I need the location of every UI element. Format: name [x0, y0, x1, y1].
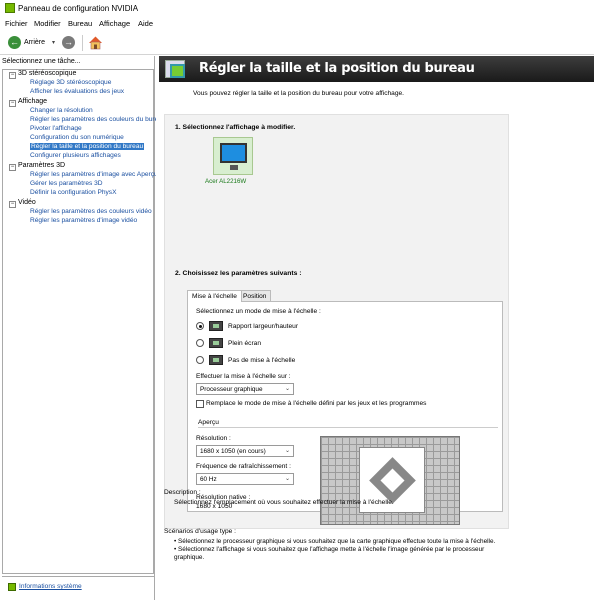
- tab-mise-a-echelle[interactable]: Mise à l'échelle: [187, 290, 242, 302]
- collapse-icon[interactable]: −: [9, 164, 16, 171]
- tree-category-3d-stereo[interactable]: −3D stéréoscopique: [9, 70, 76, 79]
- monitor-icon: [220, 143, 247, 163]
- fullscreen-icon: [209, 338, 223, 348]
- task-tree: −3D stéréoscopique Réglage 3D stéréoscop…: [2, 69, 166, 574]
- toolbar-separator: [82, 35, 83, 51]
- preview-divider: [198, 427, 498, 428]
- refresh-value: 60 Hz: [200, 476, 217, 483]
- no-scaling-icon: [209, 355, 223, 365]
- menu-bureau[interactable]: Bureau: [68, 19, 92, 28]
- step-1-heading: 1. Sélectionnez l'affichage à modifier.: [175, 124, 296, 131]
- collapse-icon[interactable]: −: [9, 72, 16, 79]
- back-arrow-icon[interactable]: ←: [8, 36, 21, 49]
- page-header: Régler la taille et la position du burea…: [159, 56, 594, 82]
- perform-on-select[interactable]: Processeur graphique ⌄: [196, 383, 294, 395]
- display-settings-icon: [165, 60, 185, 78]
- menu-bar: Fichier Modifier Bureau Affichage Aide: [0, 17, 594, 30]
- aspect-ratio-icon: [209, 321, 223, 331]
- refresh-label: Fréquence de rafraîchissement :: [196, 463, 291, 470]
- back-dropdown-icon[interactable]: ▾: [52, 39, 55, 46]
- scenario-item: • Sélectionnez l'affichage si vous souha…: [174, 546, 485, 561]
- perform-on-label: Effectuer la mise à l'échelle sur :: [196, 373, 291, 380]
- mode-plein-ecran-label[interactable]: Plein écran: [228, 340, 261, 347]
- sidebar-item-couleurs-video[interactable]: Régler les paramètres des couleurs vidéo: [30, 208, 152, 215]
- settings-panel: 1. Sélectionnez l'affichage à modifier. …: [164, 114, 509, 529]
- menu-fichier[interactable]: Fichier: [5, 19, 28, 28]
- settings-tabs: Mise à l'échelle Position Sélectionnez u…: [187, 290, 503, 525]
- override-checkbox[interactable]: [196, 400, 204, 408]
- nvidia-app-icon: [5, 3, 15, 13]
- category-label: Paramètres 3D: [18, 162, 66, 169]
- scenarios-heading: Scénarios d'usage type :: [164, 528, 237, 535]
- override-label[interactable]: Remplace le mode de mise à l'échelle déf…: [206, 400, 426, 407]
- tree-category-video[interactable]: − Vidéo: [9, 199, 36, 208]
- chevron-down-icon: ⌄: [284, 476, 290, 482]
- system-info-link[interactable]: Informations système: [19, 583, 82, 590]
- resolution-value: 1680 x 1050 (en cours): [200, 448, 266, 455]
- step-2-heading: 2. Choisissez les paramètres suivants :: [175, 270, 302, 277]
- title-bar: Panneau de configuration NVIDIA: [0, 0, 594, 17]
- sidebar-item-son-numerique[interactable]: Configuration du son numérique: [30, 134, 124, 141]
- main-content: Régler la taille et la position du burea…: [156, 56, 594, 600]
- perform-on-value: Processeur graphique: [200, 386, 263, 393]
- sidebar-item-taille-position[interactable]: Régler la taille et la position du burea…: [30, 143, 145, 150]
- tree-category-parametres-3d[interactable]: − Paramètres 3D: [9, 162, 65, 171]
- resolution-select[interactable]: 1680 x 1050 (en cours) ⌄: [196, 445, 294, 457]
- sidebar-item-image-apercu[interactable]: Régler les paramètres d'image avec Aperç…: [30, 171, 158, 178]
- scenario-item: • Sélectionnez le processeur graphique s…: [174, 538, 496, 545]
- radio-pas-de-mise[interactable]: [196, 356, 204, 364]
- description-text: Sélectionnez l'emplacement où vous souha…: [174, 499, 394, 506]
- sidebar-item-changer-resolution[interactable]: Changer la résolution: [30, 107, 93, 114]
- mode-rapport-label[interactable]: Rapport largeur/hauteur: [228, 323, 298, 330]
- collapse-icon[interactable]: −: [9, 201, 16, 208]
- sidebar-item-image-video[interactable]: Régler les paramètres d'image vidéo: [30, 217, 137, 224]
- window-title: Panneau de configuration NVIDIA: [18, 4, 139, 13]
- chevron-down-icon: ⌄: [284, 386, 290, 392]
- menu-affichage[interactable]: Affichage: [99, 19, 130, 28]
- sidebar-item-gerer-3d[interactable]: Gérer les paramètres 3D: [30, 180, 103, 187]
- back-button-label[interactable]: Arrière: [24, 39, 45, 46]
- page-description: Vous pouvez régler la taille et la posit…: [193, 90, 405, 97]
- sidebar-item-evaluations-jeux[interactable]: Afficher les évaluations des jeux: [30, 88, 124, 95]
- menu-modifier[interactable]: Modifier: [34, 19, 61, 28]
- sidebar-item-pivoter[interactable]: Pivoter l'affichage: [30, 125, 82, 132]
- home-icon[interactable]: [88, 35, 103, 50]
- chevron-down-icon: ⌄: [284, 448, 290, 454]
- tree-category-affichage[interactable]: − Affichage: [9, 98, 47, 107]
- monitor-tile[interactable]: [213, 137, 253, 175]
- preview-heading: Aperçu: [198, 419, 219, 426]
- sidebar-item-plusieurs-affichages[interactable]: Configurer plusieurs affichages: [30, 152, 121, 159]
- system-info-icon: [8, 583, 16, 591]
- category-label: 3D stéréoscopique: [18, 70, 77, 77]
- category-label: Vidéo: [18, 199, 36, 206]
- scaling-tab-body: Sélectionnez un mode de mise à l'échelle…: [187, 301, 503, 525]
- description-heading: Description :: [164, 489, 201, 496]
- collapse-icon[interactable]: −: [9, 100, 16, 107]
- radio-rapport[interactable]: [196, 322, 204, 330]
- resolution-label: Résolution :: [196, 435, 231, 442]
- sidebar-item-physx[interactable]: Définir la configuration PhysX: [30, 189, 117, 196]
- sidebar-item-couleurs-bureau[interactable]: Régler les paramètres des couleurs du bu…: [30, 116, 166, 123]
- mode-prompt: Sélectionnez un mode de mise à l'échelle…: [196, 308, 321, 315]
- forward-arrow-icon[interactable]: →: [62, 36, 75, 49]
- mode-pas-de-mise-label[interactable]: Pas de mise à l'échelle: [228, 357, 295, 364]
- monitor-stand: [230, 165, 238, 170]
- sidebar-header: Sélectionnez une tâche...: [2, 58, 81, 65]
- system-info-bar: Informations système: [2, 576, 154, 592]
- radio-plein-ecran[interactable]: [196, 339, 204, 347]
- task-sidebar: Sélectionnez une tâche... −3D stéréoscop…: [0, 56, 166, 600]
- category-label: Affichage: [18, 98, 48, 105]
- page-title: Régler la taille et la position du burea…: [199, 61, 475, 76]
- menu-aide[interactable]: Aide: [138, 19, 153, 28]
- sidebar-item-reglage-3d[interactable]: Réglage 3D stéréoscopique: [30, 79, 111, 86]
- scaling-preview: [320, 436, 460, 525]
- monitor-label[interactable]: Acer AL2216W: [205, 178, 246, 185]
- refresh-select[interactable]: 60 Hz ⌄: [196, 473, 294, 485]
- toolbar: ← Arrière ▾ →: [0, 31, 594, 55]
- tab-position[interactable]: Position: [238, 290, 272, 301]
